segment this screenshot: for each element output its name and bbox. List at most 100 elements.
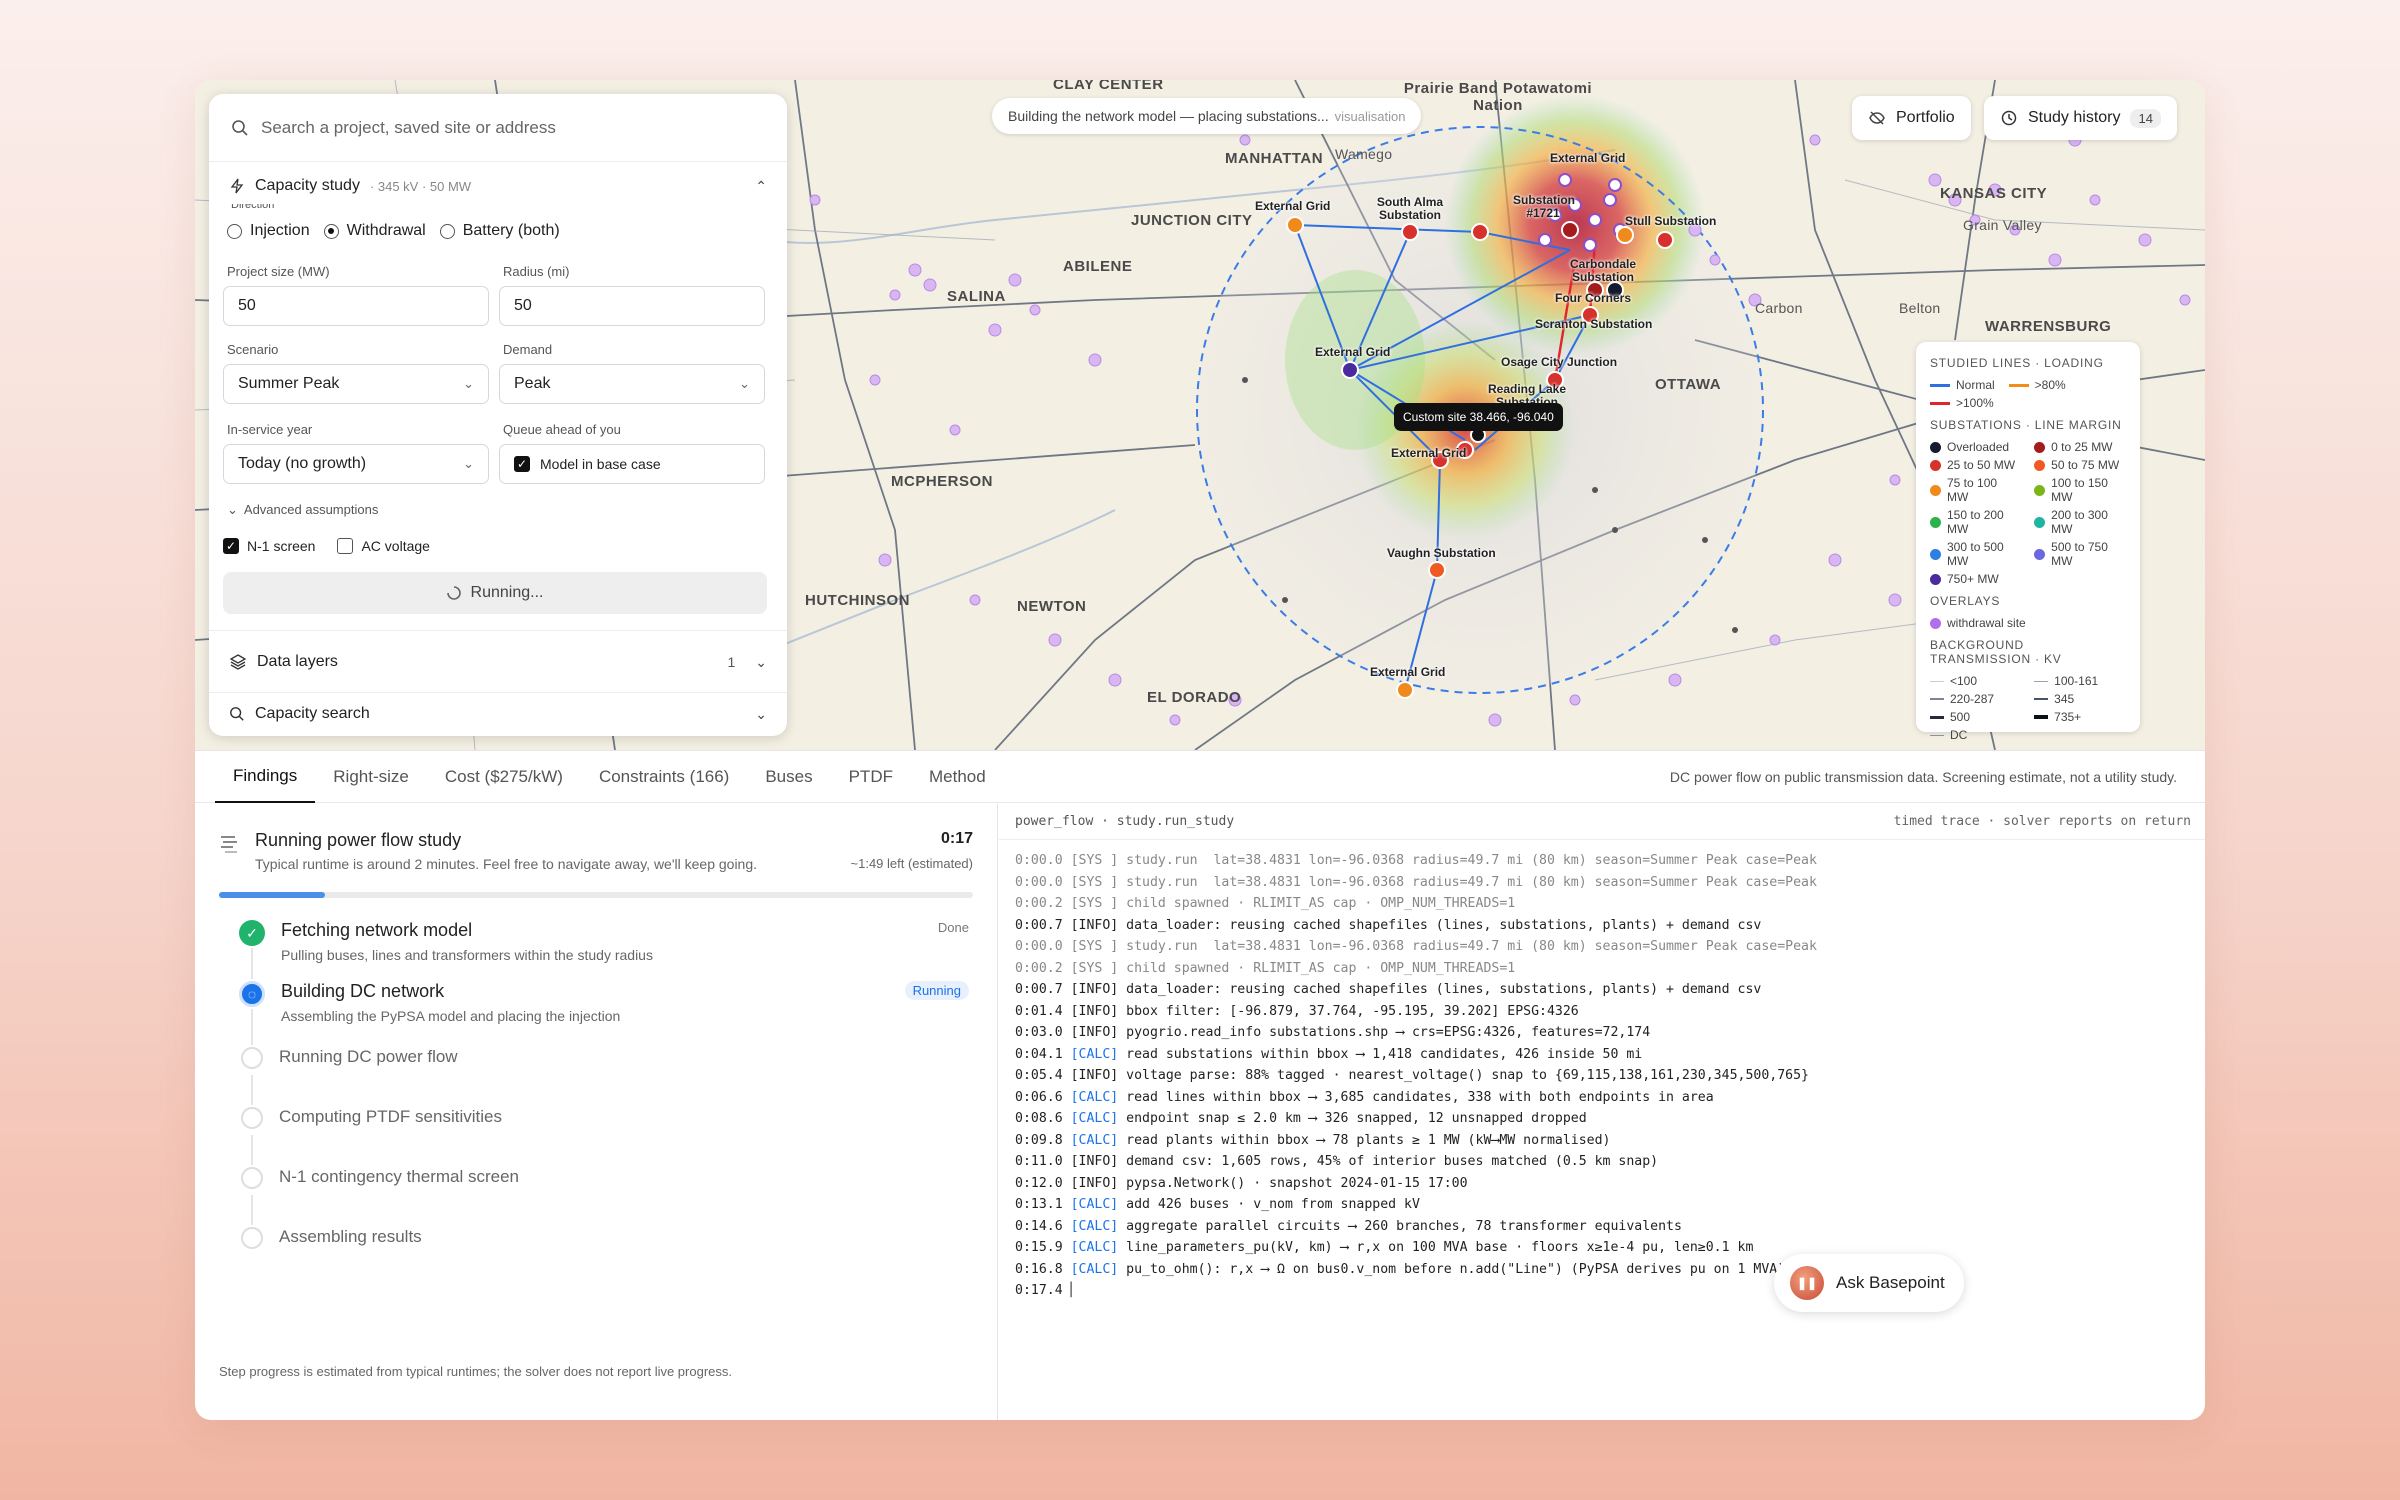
log-line: 0:09.8 [CALC] read plants within bbox ⟶ … (1015, 1130, 2189, 1152)
queue-option-label: Model in base case (540, 456, 661, 472)
step-connector (251, 1009, 253, 1045)
advanced-assumptions-toggle[interactable]: ⌄ Advanced assumptions (227, 502, 378, 518)
tab-right-size[interactable]: Right-size (315, 751, 427, 803)
legend-sub-item: Overloaded (1930, 440, 2020, 454)
substation-label: External Grid (1370, 665, 1446, 679)
log-tag: [INFO] (1070, 1175, 1119, 1191)
substation-label: Osage City Junction (1501, 355, 1618, 369)
step-subtitle: Assembling the PyPSA model and placing t… (281, 1008, 621, 1024)
study-history-button[interactable]: Study history 14 (1984, 96, 2177, 140)
place-label: Carbon (1755, 300, 1803, 316)
queue-checkbox[interactable]: ✓ Model in base case (499, 444, 765, 484)
tab-buses[interactable]: Buses (747, 751, 830, 803)
log-note: timed trace · solver reports on return (1893, 814, 2191, 829)
log-tag: [INFO] (1070, 1068, 1119, 1083)
scenario-select[interactable]: Summer Peak ⌄ (223, 364, 489, 404)
radio-withdrawal[interactable]: Withdrawal (323, 222, 426, 240)
place-label: MCPHERSON (891, 473, 994, 490)
capacity-study-header[interactable]: Capacity study · 345 kV · 50 MW ⌃ (209, 164, 787, 208)
direction-label: Direction (231, 204, 275, 211)
log-msg: pu_to_ohm(): r,x ⟶ Ω on bus0.v_nom befor… (1118, 1261, 1786, 1277)
year-label: In-service year (227, 422, 313, 437)
history-icon (2001, 110, 2017, 126)
legend-overlay-item[interactable]: withdrawal site (1930, 616, 2026, 630)
legend-sub-dot (2034, 441, 2046, 453)
substation-label: Four Corners (1555, 291, 1632, 305)
log-line: 0:06.6 [CALC] read lines within bbox ⟶ 3… (1015, 1087, 2189, 1109)
project-size-input[interactable]: 50 (223, 286, 489, 326)
log-output[interactable]: 0:00.0 [SYS ] study.run lat=38.4831 lon=… (999, 840, 2205, 1312)
tab-method[interactable]: Method (911, 751, 1004, 803)
step-connector (251, 1195, 253, 1225)
log-tag: [CALC] (1070, 1240, 1119, 1255)
advanced-label: Advanced assumptions (243, 502, 379, 517)
radio-circle-selected (323, 223, 339, 239)
study-subtitle: · 345 kV · 50 MW (369, 178, 472, 194)
legend-sub-dot (2034, 484, 2046, 496)
tab-cost[interactable]: Cost ($275/kW) (427, 751, 581, 803)
legend-sub-dot (1930, 548, 1941, 560)
legend-sub-label: 150 to 200 MW (1947, 508, 2004, 536)
tab-findings[interactable]: Findings (215, 751, 316, 803)
radius-value: 50 (514, 297, 532, 314)
portfolio-button[interactable]: Portfolio (1852, 96, 1971, 140)
step-title: N-1 contingency thermal screen (279, 1167, 520, 1186)
substation-label: Scranton Substation (1535, 317, 1653, 331)
log-tag: [CALC] (1070, 1218, 1119, 1234)
tab-ptdf[interactable]: PTDF (831, 751, 911, 803)
substation-label: Stull Substation (1625, 214, 1717, 228)
log-tag: [CALC] (1070, 1132, 1119, 1148)
checkbox-checked-icon: ✓ (514, 456, 530, 472)
log-line: 0:00.2 [SYS ] child spawned · RLIMIT_AS … (1015, 958, 2189, 980)
legend-sub-label: 200 to 300 MW (2051, 508, 2108, 536)
step-item: ✓ Fetching network model Pulling buses, li… (239, 920, 969, 963)
log-tag: [SYS ] (1070, 896, 1119, 911)
log-msg: line_parameters_pu(kV, km) ⟶ r,x on 100 … (1118, 1240, 1754, 1255)
step-badge: Done (937, 920, 969, 935)
search-bar[interactable]: Search a project, saved site or address (209, 94, 787, 162)
tab-constraints[interactable]: Constraints (166) (581, 751, 747, 803)
place-label: ABILENE (1063, 258, 1133, 275)
radius-input[interactable]: 50 (499, 286, 765, 326)
map-canvas[interactable]: CLAY CENTER Prairie Band Potawatomi Nati… (195, 80, 2205, 750)
year-select[interactable]: Today (no growth) ⌄ (223, 444, 489, 484)
n1-checkbox[interactable]: ✓ N-1 screen (223, 538, 315, 554)
capacity-search-label: Capacity search (255, 705, 370, 722)
place-label: Prairie Band Potawatomi Nation (1403, 80, 1593, 114)
radio-label: Withdrawal (346, 222, 426, 239)
step-pending-icon (241, 1047, 263, 1069)
legend-sub-item: 50 to 75 MW (2034, 458, 2124, 472)
log-tag: [CALC] (1070, 1261, 1119, 1277)
legend-line-swatch (2008, 383, 2029, 387)
chevron-up-icon[interactable]: ⌃ (755, 178, 767, 195)
step-title: Fetching network model (281, 920, 473, 940)
legend-sub-dot (1930, 484, 1941, 496)
log-time: 0:05.4 (1015, 1068, 1071, 1083)
radio-battery[interactable]: Battery (both) (439, 222, 560, 240)
log-tag: [CALC] (1070, 1089, 1119, 1105)
search-input[interactable]: Search a project, saved site or address (261, 118, 556, 138)
queue-label: Queue ahead of you (503, 422, 621, 437)
run-button[interactable]: Running... (223, 572, 767, 614)
demand-label: Demand (503, 342, 553, 357)
log-msg: read substations within bbox ⟶ 1,418 can… (1118, 1046, 1643, 1062)
ac-label: AC voltage (361, 538, 430, 554)
legend-sub-label: 25 to 50 MW (1947, 458, 2016, 472)
checkbox-checked-icon: ✓ (223, 538, 239, 554)
data-layers-header[interactable]: Data layers 1 ⌄ (209, 634, 787, 690)
legend-sub-dot (2034, 548, 2046, 560)
log-time: 0:00.7 (1015, 982, 1071, 997)
step-item: Running DC power flow (239, 1047, 969, 1069)
legend-bg-swatch (2034, 698, 2049, 700)
legend-line-label: Normal (1956, 378, 1995, 392)
results-area: Findings Right-size Cost ($275/kW) Const… (195, 750, 2205, 1420)
ask-basepoint-button[interactable]: ❚❚ Ask Basepoint (1774, 1254, 1964, 1312)
ac-checkbox[interactable]: AC voltage (337, 538, 430, 554)
legend-bg-swatch (1930, 698, 1944, 700)
step-text: Building DC network Assembling the PyPSA … (281, 981, 889, 1024)
demand-select[interactable]: Peak ⌄ (499, 364, 765, 404)
log-line: 0:00.0 [SYS ] study.run lat=38.4831 lon=… (1015, 872, 2189, 894)
legend-bg-swatch (1930, 734, 1944, 736)
capacity-search-header[interactable]: Capacity search ⌄ (209, 692, 787, 736)
radio-injection[interactable]: Injection (227, 222, 310, 240)
